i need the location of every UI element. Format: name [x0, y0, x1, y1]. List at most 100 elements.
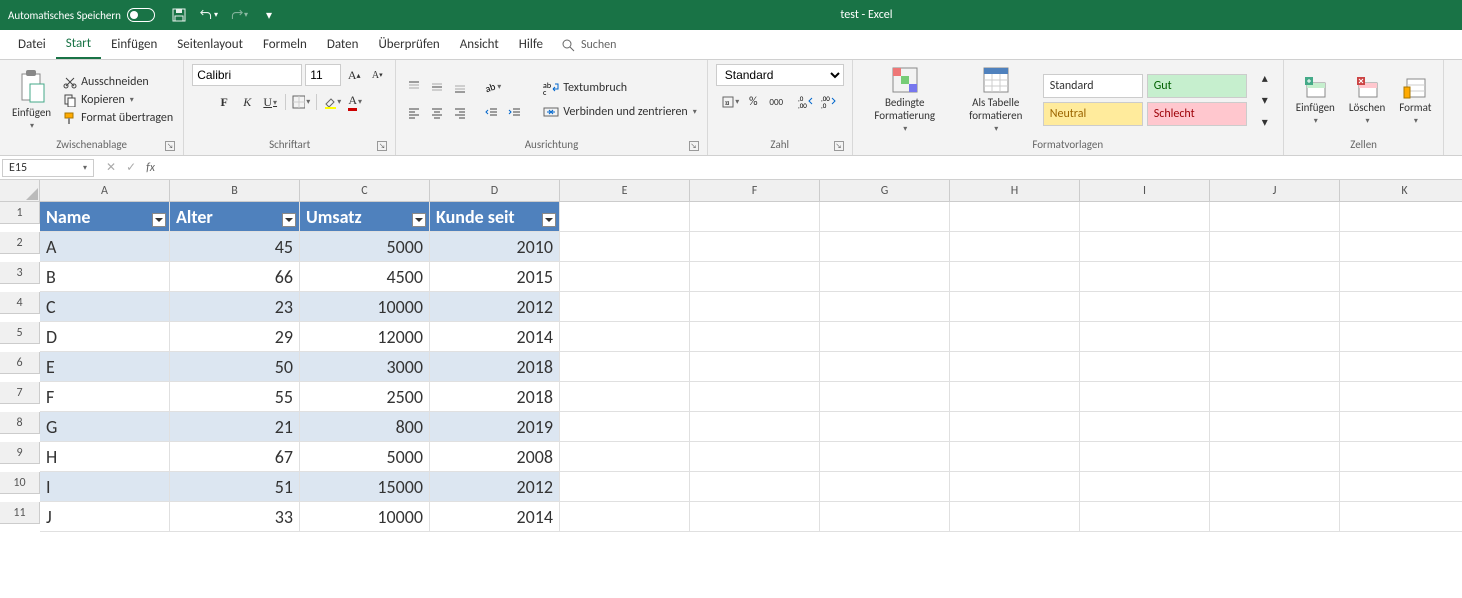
cell-E6[interactable]	[560, 352, 690, 382]
cell-A6[interactable]: E	[40, 352, 170, 382]
cell-J9[interactable]	[1210, 442, 1340, 472]
font-name-select[interactable]	[192, 64, 302, 86]
cell-A8[interactable]: G	[40, 412, 170, 442]
italic-button[interactable]: K	[237, 92, 257, 112]
cell-E10[interactable]	[560, 472, 690, 502]
cell-G7[interactable]	[820, 382, 950, 412]
auto-save[interactable]: Automatisches Speichern	[8, 8, 155, 22]
row-header-8[interactable]: 8	[0, 412, 40, 434]
spreadsheet-grid[interactable]: ABCDEFGHIJK1NameAlterUmsatzKunde seit2A4…	[0, 180, 1462, 532]
merge-center-button[interactable]: Verbinden und zentrieren▾	[541, 104, 699, 120]
conditional-formatting-button[interactable]: Bedingte Formatierung▾	[861, 64, 949, 136]
cell-K7[interactable]	[1340, 382, 1462, 412]
cell-D4[interactable]: 2012	[430, 292, 560, 322]
qat-customize[interactable]: ▾	[259, 5, 279, 25]
cell-K3[interactable]	[1340, 262, 1462, 292]
cell-D7[interactable]: 2018	[430, 382, 560, 412]
styles-more-icon[interactable]: ▾	[1255, 112, 1275, 132]
cell-J11[interactable]	[1210, 502, 1340, 532]
column-header-I[interactable]: I	[1080, 180, 1210, 202]
cell-B9[interactable]: 67	[170, 442, 300, 472]
decrease-decimal-icon[interactable]: ,00,0	[819, 92, 839, 112]
cell-G4[interactable]	[820, 292, 950, 322]
cell-F4[interactable]	[690, 292, 820, 322]
cell-F9[interactable]	[690, 442, 820, 472]
cell-F3[interactable]	[690, 262, 820, 292]
format-painter-button[interactable]: Format übertragen	[61, 110, 175, 126]
column-header-J[interactable]: J	[1210, 180, 1340, 202]
name-box[interactable]: E15 ▾	[2, 159, 94, 177]
cell-I11[interactable]	[1080, 502, 1210, 532]
fill-color-button[interactable]: ▾	[322, 92, 342, 112]
alignment-dialog-icon[interactable]: ↘	[689, 141, 699, 151]
cell-D2[interactable]: 2010	[430, 232, 560, 262]
cell-F10[interactable]	[690, 472, 820, 502]
enter-formula-icon[interactable]: ✓	[126, 160, 136, 175]
cell-E2[interactable]	[560, 232, 690, 262]
cell-J10[interactable]	[1210, 472, 1340, 502]
row-header-4[interactable]: 4	[0, 292, 40, 314]
tab-seitenlayout[interactable]: Seitenlayout	[167, 31, 253, 58]
cell-H1[interactable]	[950, 202, 1080, 232]
row-header-2[interactable]: 2	[0, 232, 40, 254]
style-schlecht[interactable]: Schlecht	[1147, 102, 1247, 126]
cell-G3[interactable]	[820, 262, 950, 292]
cell-I5[interactable]	[1080, 322, 1210, 352]
cell-B10[interactable]: 51	[170, 472, 300, 502]
cell-J8[interactable]	[1210, 412, 1340, 442]
cell-C5[interactable]: 12000	[300, 322, 430, 352]
cell-F2[interactable]	[690, 232, 820, 262]
cell-I3[interactable]	[1080, 262, 1210, 292]
cell-C9[interactable]: 5000	[300, 442, 430, 472]
cell-D6[interactable]: 2018	[430, 352, 560, 382]
cell-K4[interactable]	[1340, 292, 1462, 322]
cell-F1[interactable]	[690, 202, 820, 232]
increase-font-icon[interactable]: A▴	[344, 65, 364, 85]
cancel-formula-icon[interactable]: ✕	[106, 160, 116, 175]
align-center-icon[interactable]	[427, 103, 447, 123]
cell-K11[interactable]	[1340, 502, 1462, 532]
cell-H8[interactable]	[950, 412, 1080, 442]
cell-K2[interactable]	[1340, 232, 1462, 262]
align-top-icon[interactable]	[404, 77, 424, 97]
clipboard-dialog-icon[interactable]: ↘	[165, 141, 175, 151]
style-standard[interactable]: Standard	[1043, 74, 1143, 98]
cell-H9[interactable]	[950, 442, 1080, 472]
cell-J7[interactable]	[1210, 382, 1340, 412]
insert-cells-button[interactable]: Einfügen▾	[1292, 73, 1339, 128]
tab-ueberpruefen[interactable]: Überprüfen	[368, 31, 449, 58]
cell-I10[interactable]	[1080, 472, 1210, 502]
cell-K9[interactable]	[1340, 442, 1462, 472]
filter-dropdown-icon[interactable]	[542, 213, 556, 227]
cell-G2[interactable]	[820, 232, 950, 262]
wrap-text-button[interactable]: abc Textumbruch	[541, 80, 699, 96]
tell-me-search[interactable]: Suchen	[561, 38, 616, 52]
cell-E4[interactable]	[560, 292, 690, 322]
underline-button[interactable]: U▾	[260, 92, 280, 112]
cell-K10[interactable]	[1340, 472, 1462, 502]
cell-I1[interactable]	[1080, 202, 1210, 232]
cell-E11[interactable]	[560, 502, 690, 532]
column-header-H[interactable]: H	[950, 180, 1080, 202]
cell-K1[interactable]	[1340, 202, 1462, 232]
cell-D5[interactable]: 2014	[430, 322, 560, 352]
cell-G5[interactable]	[820, 322, 950, 352]
column-header-B[interactable]: B	[170, 180, 300, 202]
align-middle-icon[interactable]	[427, 77, 447, 97]
cell-E3[interactable]	[560, 262, 690, 292]
cell-G11[interactable]	[820, 502, 950, 532]
cell-I4[interactable]	[1080, 292, 1210, 322]
increase-decimal-icon[interactable]: ,0,00	[796, 92, 816, 112]
name-box-dropdown-icon[interactable]: ▾	[83, 163, 87, 173]
cell-H11[interactable]	[950, 502, 1080, 532]
cell-H2[interactable]	[950, 232, 1080, 262]
row-header-7[interactable]: 7	[0, 382, 40, 404]
row-header-6[interactable]: 6	[0, 352, 40, 374]
cell-I8[interactable]	[1080, 412, 1210, 442]
orientation-button[interactable]: ab▾	[482, 77, 502, 97]
styles-scroll-down-icon[interactable]: ▾	[1255, 90, 1275, 110]
percent-format-icon[interactable]: %	[743, 92, 763, 112]
cell-H10[interactable]	[950, 472, 1080, 502]
row-header-11[interactable]: 11	[0, 502, 40, 524]
cell-B7[interactable]: 55	[170, 382, 300, 412]
